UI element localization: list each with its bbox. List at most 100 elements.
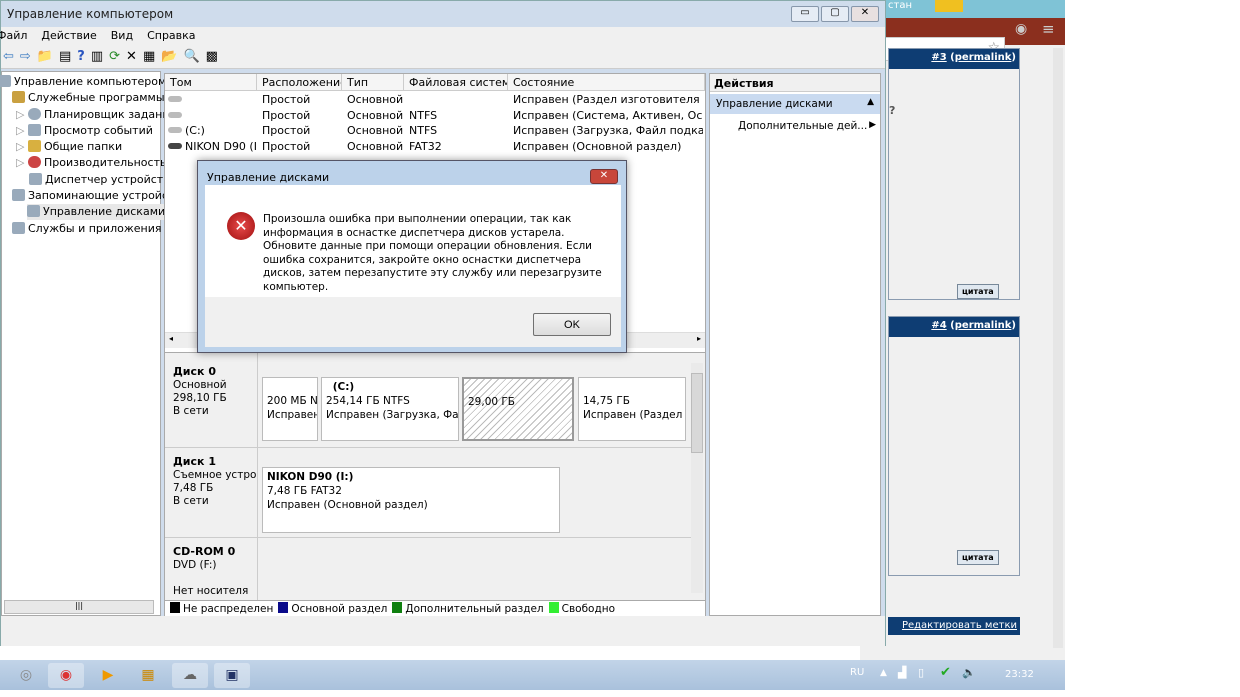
menu-help[interactable]: Справка (147, 27, 195, 45)
actions-section-disk-management[interactable]: Управление дисками ▲ (710, 94, 880, 114)
disk-1-label[interactable]: Диск 1 Съемное устрой 7,48 ГБ В сети (173, 455, 257, 508)
browser-scrollbar[interactable] (1053, 48, 1063, 648)
tree-label: Запоминающие устройст (28, 189, 175, 202)
menu-file[interactable]: Файл (0, 27, 27, 45)
network-app-taskbar-icon[interactable]: ☁ (172, 663, 208, 688)
column-volume[interactable]: Том (165, 74, 257, 91)
search-icon[interactable]: 🔍 (183, 49, 199, 64)
column-filesystem[interactable]: Файловая система (404, 74, 508, 91)
actions-header: Действия (710, 74, 880, 92)
error-dialog: Управление дисками ✕ ✕ Произошла ошибка … (197, 160, 627, 353)
table-cell[interactable]: Простой (262, 123, 342, 138)
new-tab-button[interactable] (935, 0, 963, 12)
column-type[interactable]: Тип (342, 74, 404, 91)
show-hidden-icons[interactable]: ▲ (880, 668, 887, 678)
extension-icon[interactable]: ◉ (1015, 21, 1027, 37)
table-cell[interactable]: Основной (347, 92, 404, 107)
chrome-taskbar-icon[interactable]: ◉ (48, 663, 84, 688)
menu-action[interactable]: Действие (41, 27, 96, 45)
table-cell[interactable]: Исправен (Загрузка, Файл подкачки, А (513, 123, 703, 138)
table-cell[interactable]: (C:) (168, 123, 256, 138)
partition-nikon[interactable]: NIKON D90 (I:) 7,48 ГБ FAT32 Исправен (Осн… (262, 467, 560, 533)
open-folder-icon[interactable]: 📂 (161, 49, 177, 64)
settings-icon[interactable]: ▩ (206, 49, 218, 64)
table-cell[interactable]: NIKON D90 (I:) (168, 139, 256, 154)
clock[interactable]: 23:32 (1005, 669, 1034, 680)
partition-recovery[interactable]: 14,75 ГБ Исправен (Раздел и (578, 377, 686, 441)
disk-0-label[interactable]: Диск 0 Основной 298,10 ГБ В сети (173, 365, 227, 418)
table-cell[interactable]: NTFS (409, 123, 504, 138)
quote-button[interactable]: цитата (957, 284, 999, 299)
table-cell[interactable] (409, 92, 504, 107)
tools-icon (12, 91, 25, 103)
legend-label: Дополнительный раздел (405, 603, 544, 615)
language-indicator[interactable]: RU (850, 667, 864, 678)
show-tree-icon[interactable]: ▤ (59, 49, 71, 64)
column-status[interactable]: Состояние (508, 74, 705, 91)
close-button[interactable]: ✕ (851, 6, 879, 22)
computer-management-taskbar-icon[interactable]: ▣ (214, 663, 250, 688)
tree-item-storage[interactable]: Запоминающие устройст (12, 188, 174, 204)
tree-item-device-manager[interactable]: Диспетчер устройств (29, 172, 170, 188)
disk-map-scrollbar[interactable] (691, 363, 703, 593)
permalink[interactable]: permalink (955, 52, 1012, 63)
tree-item-performance[interactable]: ▷ Производительность (16, 155, 166, 171)
table-cell[interactable]: Основной (347, 108, 404, 123)
safe-remove-icon[interactable]: ✔ (940, 665, 951, 680)
tree-item-task-scheduler[interactable]: ▷ Планировщик заданий (16, 107, 177, 123)
tree-item-computer-management[interactable]: Управление компьютером (л (0, 74, 181, 90)
back-icon[interactable]: ⇦ (3, 49, 14, 64)
table-cell[interactable]: Основной (347, 123, 404, 138)
table-cell[interactable]: Простой (262, 108, 342, 123)
signal-icon[interactable]: ▟ (898, 666, 906, 679)
menu-icon[interactable]: ≡ (1042, 20, 1055, 38)
table-cell[interactable]: Простой (262, 92, 342, 107)
tree-item-system-tools[interactable]: Служебные программы (12, 90, 165, 106)
tree-label: Просмотр событий (43, 124, 153, 137)
volume-name: NIKON D90 (I:) (185, 139, 256, 153)
permalink[interactable]: permalink (955, 320, 1012, 331)
ok-button[interactable]: OK (533, 313, 611, 336)
table-cell[interactable] (168, 92, 256, 107)
refresh-icon[interactable]: ⟳ (109, 49, 120, 64)
post-number-link[interactable]: #3 (931, 52, 946, 63)
table-cell[interactable]: Исправен (Раздел изготовителя обору (513, 92, 703, 107)
tree-item-shared-folders[interactable]: ▷ Общие папки (16, 139, 122, 155)
volume-icon[interactable]: 🔈 (962, 666, 976, 679)
table-cell[interactable]: NTFS (409, 108, 504, 123)
maximize-button[interactable]: ▢ (821, 6, 849, 22)
quote-button[interactable]: цитата (957, 550, 999, 565)
dialog-close-button[interactable]: ✕ (590, 169, 618, 184)
forward-icon[interactable]: ⇨ (20, 49, 31, 64)
table-cell[interactable]: Исправен (Основной раздел) (513, 139, 703, 154)
app-taskbar-icon[interactable]: ▦ (130, 663, 166, 688)
column-layout[interactable]: Расположение (257, 74, 342, 91)
table-cell[interactable] (168, 108, 256, 123)
tree-item-event-viewer[interactable]: ▷ Просмотр событий (16, 123, 153, 139)
actions-more[interactable]: Дополнительные дей... ▶ (738, 120, 878, 132)
tree-item-disk-management[interactable]: Управление дисками (27, 204, 170, 220)
cdrom-0-label[interactable]: CD-ROM 0 DVD (F:) Нет носителя (173, 545, 248, 598)
table-cell[interactable]: FAT32 (409, 139, 504, 154)
tree-item-services-apps[interactable]: Службы и приложения (12, 221, 161, 237)
menu-view[interactable]: Вид (111, 27, 133, 45)
properties-icon[interactable]: ▦ (143, 49, 155, 64)
tree-horizontal-scrollbar[interactable]: ||| (4, 600, 154, 614)
post-number-link[interactable]: #4 (931, 320, 946, 331)
start-button[interactable]: ◎ (8, 663, 44, 688)
browser-tab[interactable]: стан (888, 0, 912, 11)
minimize-button[interactable]: ▭ (791, 6, 819, 22)
partition-c[interactable]: (C:) 254,14 ГБ NTFS Исправен (Загрузка, Фа… (321, 377, 459, 441)
delete-icon[interactable]: ✕ (126, 49, 137, 64)
table-cell[interactable]: Простой (262, 139, 342, 154)
help-icon[interactable]: ? (77, 49, 85, 64)
usb-icon[interactable]: ▯ (918, 666, 924, 679)
action-pane-icon[interactable]: ▥ (91, 49, 103, 64)
up-folder-icon[interactable]: 📁 (37, 49, 53, 64)
table-cell[interactable]: Исправен (Система, Активен, Основн (513, 108, 703, 123)
edit-tags-link[interactable]: Редактировать метки (888, 617, 1020, 635)
media-player-taskbar-icon[interactable]: ▶ (90, 663, 126, 688)
partition-unallocated-selected[interactable]: 29,00 ГБ (462, 377, 574, 441)
table-cell[interactable]: Основной (347, 139, 404, 154)
partition-oem[interactable]: 200 МБ N Исправен (262, 377, 318, 441)
